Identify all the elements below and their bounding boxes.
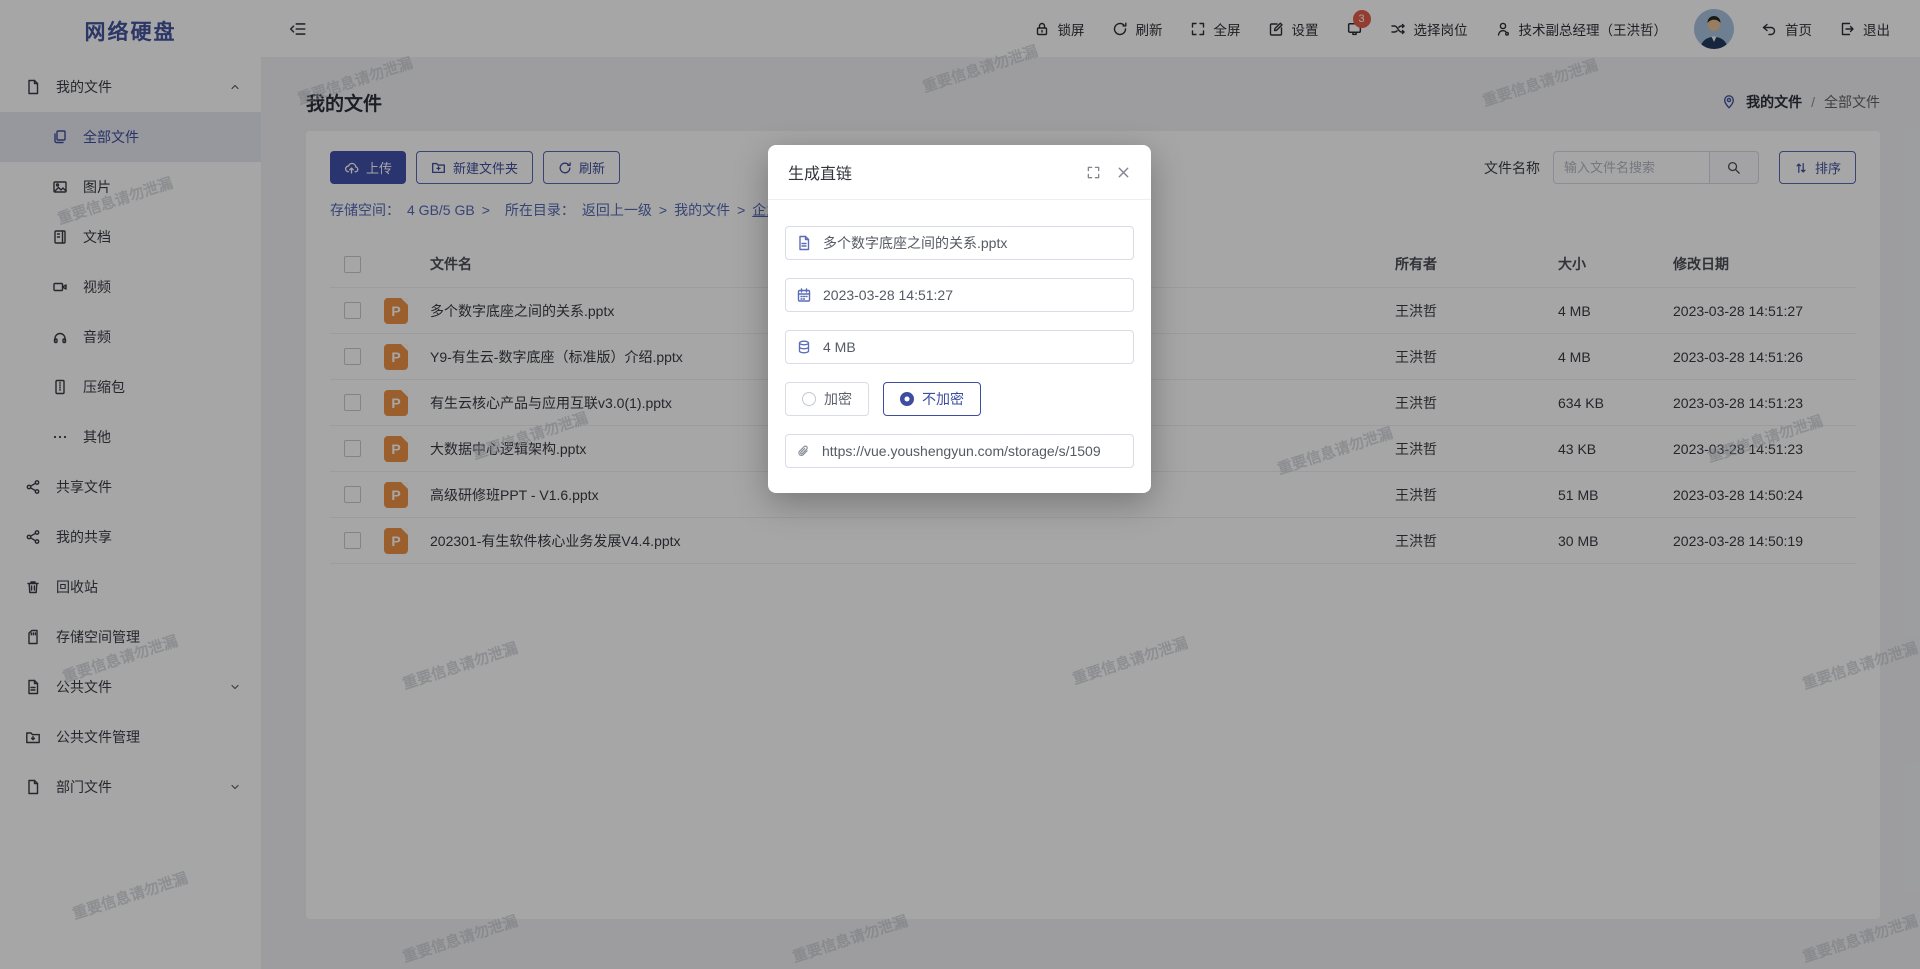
- encryption-options: 加密 不加密: [785, 382, 1134, 416]
- dialog-title: 生成直链: [788, 160, 852, 184]
- file-icon: [796, 235, 812, 251]
- no-encrypt-radio-option[interactable]: 不加密: [883, 382, 981, 416]
- file-name-input[interactable]: [821, 234, 1123, 252]
- encrypt-option-label: 加密: [824, 389, 852, 409]
- dialog-header-actions: [1086, 165, 1131, 180]
- generate-link-dialog: 生成直链 加密: [768, 145, 1151, 493]
- direct-link-input[interactable]: [820, 442, 1123, 460]
- radio-unselected-icon: [802, 392, 816, 406]
- file-name-field: [785, 226, 1134, 260]
- radio-selected-icon: [900, 392, 914, 406]
- dialog-body: 加密 不加密: [768, 200, 1151, 468]
- calendar-icon: [796, 287, 812, 303]
- paperclip-icon: [796, 444, 811, 459]
- direct-link-field: [785, 434, 1134, 468]
- encrypt-radio-option[interactable]: 加密: [785, 382, 869, 416]
- file-size-input[interactable]: [821, 338, 1123, 356]
- app-window: 网络硬盘 我的文件 全部文件 图片 文档 视频: [0, 0, 1920, 969]
- dialog-header: 生成直链: [768, 145, 1151, 200]
- file-size-field: [785, 330, 1134, 364]
- database-icon: [796, 339, 812, 355]
- modified-date-input[interactable]: [821, 286, 1123, 304]
- close-icon[interactable]: [1116, 165, 1131, 180]
- maximize-icon[interactable]: [1086, 165, 1101, 180]
- modified-date-field: [785, 278, 1134, 312]
- no-encrypt-option-label: 不加密: [922, 389, 964, 409]
